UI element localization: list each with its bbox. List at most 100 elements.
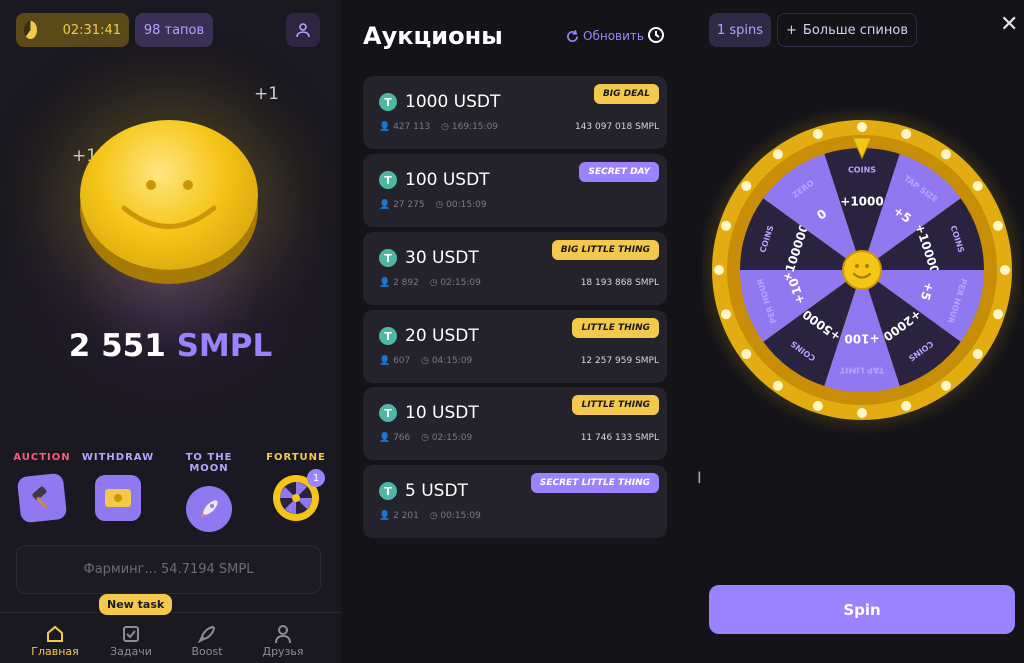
wheel-light	[772, 149, 783, 160]
close-icon[interactable]: ✕	[1000, 12, 1018, 37]
auction-pool: 18 193 868 SMPL	[580, 278, 659, 288]
wheel-segment-label: COINS	[848, 166, 876, 175]
wheel-icon: 1	[273, 469, 325, 521]
auction-card[interactable]: T 20 USDT LITTLE THING 👤 607 ◷ 04:15:09 12 2…	[363, 310, 667, 383]
nav-boost[interactable]: Boost	[172, 623, 242, 658]
wheel-light	[741, 180, 752, 191]
wheel-segment-value: +100	[844, 332, 879, 346]
more-spins-label: Больше спинов	[802, 22, 908, 38]
smiley-eye	[855, 264, 859, 268]
auction-time: ◷ 00:15:09	[432, 200, 487, 210]
auction-amount: 1000 USDT	[405, 92, 501, 112]
tap-coin[interactable]	[80, 120, 258, 270]
balance-number: 2 551	[68, 328, 166, 364]
auction-pool: 12 257 959 SMPL	[580, 356, 659, 366]
nav-tasks[interactable]: Задачи	[96, 623, 166, 658]
spin-button[interactable]: Spin	[709, 585, 1015, 634]
auction-meta: 👤 27 275 ◷ 00:15:09	[379, 200, 487, 210]
wheel-light	[772, 380, 783, 391]
farming-status[interactable]: Фарминг... 54.7194 SMPL	[16, 545, 321, 594]
nav-home[interactable]: Главная	[20, 623, 90, 658]
auction-meta: 👤 2 892 ◷ 02:15:09	[379, 278, 481, 288]
auction-amount: 20 USDT	[405, 326, 479, 346]
refresh-label: Обновить	[583, 29, 644, 43]
auction-badge: BIG DEAL	[593, 84, 659, 104]
auction-time: ◷ 02:15:09	[426, 278, 481, 288]
auction-label: AUCTION	[13, 452, 71, 463]
refresh-button[interactable]: Обновить	[566, 29, 644, 43]
wheel-light	[714, 265, 724, 275]
fortune-badge: 1	[307, 469, 325, 487]
clock-icon	[24, 21, 37, 39]
withdraw-shortcut[interactable]: WITHDRAW	[78, 452, 158, 521]
new-task-tooltip: New task	[99, 594, 173, 615]
auction-amount: 100 USDT	[405, 170, 490, 190]
auction-time: ◷ 02:15:09	[418, 433, 473, 443]
nav-home-label: Главная	[31, 645, 79, 658]
rocket-icon	[186, 486, 232, 532]
withdraw-label: WITHDRAW	[81, 452, 155, 463]
participants-count: 👤 2 892	[379, 278, 419, 288]
participants-count: 👤 27 275	[379, 200, 425, 210]
auction-amount: 30 USDT	[405, 248, 479, 268]
tether-icon: T	[379, 404, 397, 422]
refresh-icon	[567, 29, 578, 42]
wheel-light	[720, 220, 731, 231]
moon-label: TO THE MOON	[185, 452, 233, 474]
nav-tasks-label: Задачи	[110, 645, 152, 658]
plus-icon: +	[786, 22, 797, 38]
participants-count: 👤 427 113	[379, 122, 431, 132]
more-spins-button[interactable]: + Больше спинов	[777, 13, 917, 47]
wheel-light	[941, 380, 952, 391]
farming-timer: 02:31:41	[16, 13, 129, 47]
tether-icon: T	[379, 482, 397, 500]
nav-friends[interactable]: Друзья	[248, 623, 318, 658]
participants-count: 👤 766	[379, 433, 411, 443]
auction-card[interactable]: T 30 USDT BIG LITTLE THING 👤 2 892 ◷ 02:15:…	[363, 232, 667, 305]
wheel-light	[941, 149, 952, 160]
fortune-panel: 1 spins + Больше спинов ✕ COINS +1000 TAP …	[687, 0, 1024, 663]
fortune-wheel: COINS+1000 TAP SIZE+5COINS+10000PER HOUR+…	[702, 105, 1022, 435]
auction-amount: 5 USDT	[405, 481, 468, 501]
participants-count: 👤 2 201	[379, 511, 419, 521]
nav-friends-label: Друзья	[262, 645, 304, 658]
auction-card[interactable]: T 5 USDT SECRET LITTLE THING 👤 2 201 ◷ 00:1…	[363, 465, 667, 538]
text-cursor-icon: I	[697, 468, 702, 487]
tether-icon: T	[379, 93, 397, 111]
home-icon	[47, 625, 63, 642]
tether-icon: T	[379, 171, 397, 189]
balance-unit: SMPL	[176, 328, 273, 364]
fortune-shortcut[interactable]: FORTUNE 1	[256, 452, 336, 521]
wheel-light	[812, 401, 823, 412]
moon-shortcut[interactable]: TO THE MOON	[169, 452, 249, 532]
bottom-navigation: Главная Задачи Boost Друзья	[0, 612, 341, 663]
history-icon[interactable]	[646, 25, 666, 45]
tap-plus-indicator: +1	[254, 84, 280, 104]
wheel-light	[972, 180, 983, 191]
smiley-eye	[865, 264, 869, 268]
wheel-light	[993, 220, 1004, 231]
auction-badge: SECRET LITTLE THING	[530, 473, 659, 493]
spins-counter: 1 spins	[709, 13, 771, 47]
money-icon	[95, 475, 141, 521]
page-title: Аукционы	[363, 22, 503, 50]
auction-meta: 👤 766 ◷ 02:15:09	[379, 433, 472, 443]
wheel-light	[741, 349, 752, 360]
home-panel: 02:31:41 98 тапов +1 +1 2 551 SMPL AUCTI…	[0, 0, 341, 663]
auction-pool: 143 097 018 SMPL	[574, 122, 659, 132]
auction-meta: 👤 607 ◷ 04:15:09	[379, 356, 472, 366]
auction-badge: LITTLE THING	[572, 318, 659, 338]
fortune-label: FORTUNE	[266, 452, 326, 463]
auction-shortcut[interactable]: AUCTION	[2, 452, 82, 524]
auction-card[interactable]: T 100 USDT SECRET DAY 👤 27 275 ◷ 00:15:09	[363, 154, 667, 227]
wheel-light	[1000, 265, 1010, 275]
auction-card[interactable]: T 1000 USDT BIG DEAL 👤 427 113 ◷ 169:15:09 1…	[363, 76, 667, 149]
profile-button[interactable]	[286, 13, 320, 47]
auction-meta: 👤 2 201 ◷ 00:15:09	[379, 511, 481, 521]
auction-card[interactable]: T 10 USDT LITTLE THING 👤 766 ◷ 02:15:09 11 7…	[363, 387, 667, 460]
auction-badge: BIG LITTLE THING	[551, 240, 659, 260]
auction-meta: 👤 427 113 ◷ 169:15:09	[379, 122, 498, 132]
taps-counter: 98 тапов	[135, 13, 213, 47]
timer-value: 02:31:41	[62, 22, 121, 38]
wheel-segment-value: +1000	[840, 195, 883, 209]
